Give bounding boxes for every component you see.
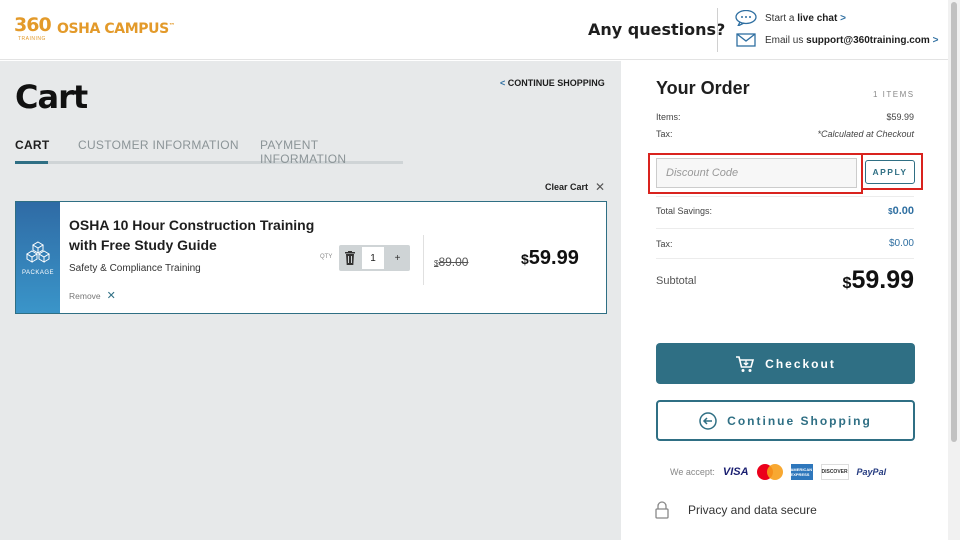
email-icon xyxy=(736,33,756,47)
items-value: $59.99 xyxy=(886,112,914,122)
savings-amount: 0.00 xyxy=(892,205,914,217)
items-label: Items: xyxy=(656,112,681,122)
visa-logo: VISA xyxy=(722,466,749,478)
tab-cart[interactable]: CART xyxy=(15,138,50,152)
brand-text: OSHA CAMPUS xyxy=(57,21,169,37)
checkout-steps: CART CUSTOMER INFORMATION PAYMENT INFORM… xyxy=(15,138,403,166)
tab-payment-information[interactable]: PAYMENT INFORMATION xyxy=(260,138,403,166)
discover-logo: DISCOVER xyxy=(820,464,849,480)
quantity-value[interactable]: 1 xyxy=(362,247,384,269)
brand-name[interactable]: OSHA CAMPUS™ xyxy=(57,21,175,37)
checkout-label: Checkout xyxy=(765,356,836,371)
page-scrollbar[interactable] xyxy=(948,0,960,540)
tax-row: Tax: *Calculated at Checkout xyxy=(656,129,914,139)
order-title: Your Order xyxy=(656,78,750,98)
separator xyxy=(656,228,914,229)
live-chat-row[interactable]: Start a live chat > xyxy=(735,10,846,26)
email-prefix: Email us xyxy=(765,34,804,46)
old-price-value: 89.00 xyxy=(438,255,469,269)
site-header: 360 TRAINING OSHA CAMPUS™ Any questions?… xyxy=(0,0,948,60)
subtotal-value: $59.99 xyxy=(843,266,914,295)
logo-number: 360 xyxy=(14,14,52,36)
current-price: $59.99 xyxy=(521,247,579,270)
continue-shopping-button[interactable]: Continue Shopping xyxy=(656,400,915,441)
cart-icon xyxy=(736,355,755,372)
header-divider xyxy=(717,8,718,52)
continue-shopping-label: CONTINUE SHOPPING xyxy=(507,78,605,88)
price-value: 59.99 xyxy=(528,247,579,269)
paypal-logo: PayPal xyxy=(856,467,887,477)
privacy-label: Privacy and data secure xyxy=(688,503,817,517)
tax-label: Tax: xyxy=(656,129,673,139)
qty-label: QTY xyxy=(320,254,333,260)
lock-icon xyxy=(655,501,669,519)
items-row: Items: $59.99 xyxy=(656,112,914,122)
price-symbol: $ xyxy=(521,251,529,267)
trash-icon[interactable] xyxy=(339,245,361,271)
discount-code-input[interactable]: Discount Code xyxy=(656,158,857,188)
chevron-right-icon: > xyxy=(932,34,939,46)
savings-value: $0.00 xyxy=(888,205,914,217)
email-link[interactable]: support@360training.com xyxy=(806,35,930,46)
chevron-right-icon: > xyxy=(840,12,846,24)
active-tab-indicator xyxy=(15,161,48,164)
chevron-left-icon: < xyxy=(500,78,506,88)
trademark-mark: ™ xyxy=(168,22,175,30)
questions-heading: Any questions? xyxy=(588,20,726,39)
quantity-stepper: 1 + xyxy=(339,245,410,271)
tax2-row: Tax: $0.00 xyxy=(656,238,914,249)
scrollbar-thumb[interactable] xyxy=(951,2,957,442)
tax-note: *Calculated at Checkout xyxy=(817,129,914,139)
original-price: $89.00 xyxy=(434,255,468,269)
increment-button[interactable]: + xyxy=(385,245,410,271)
continue-shopping-link[interactable]: < CONTINUE SHOPPING xyxy=(500,78,605,88)
separator xyxy=(656,196,914,197)
subtotal-label: Subtotal xyxy=(656,274,697,287)
subtotal-amount: 59.99 xyxy=(851,266,914,294)
accepted-payments: We accept: VISA AMERICAN EXPRESS DISCOVE… xyxy=(670,464,886,480)
price-divider xyxy=(423,235,424,285)
tax2-label: Tax: xyxy=(656,238,673,249)
package-label: PACKAGE xyxy=(21,269,55,276)
tab-customer-information[interactable]: CUSTOMER INFORMATION xyxy=(78,138,239,152)
cart-item: PACKAGE OSHA 10 Hour Construction Traini… xyxy=(15,201,607,314)
subtotal-row: Subtotal $59.99 xyxy=(656,266,914,295)
savings-label: Total Savings: xyxy=(656,206,713,216)
clear-cart-button[interactable]: Clear Cart ✕ xyxy=(545,180,605,194)
page-title: Cart xyxy=(15,78,88,116)
privacy-notice: Privacy and data secure xyxy=(654,501,817,519)
continue-shopping-button-label: Continue Shopping xyxy=(727,413,872,428)
package-badge: PACKAGE xyxy=(16,202,60,313)
chat-prefix: Start a xyxy=(765,12,795,24)
logo-360[interactable]: 360 TRAINING xyxy=(14,14,52,44)
course-title[interactable]: OSHA 10 Hour Construction Training with … xyxy=(69,215,319,255)
checkout-button[interactable]: Checkout xyxy=(656,343,915,384)
close-icon: ✕ xyxy=(106,290,116,302)
chat-icon xyxy=(735,10,757,26)
live-chat-link[interactable]: live chat xyxy=(797,13,837,24)
package-icon xyxy=(26,240,50,263)
separator xyxy=(656,258,914,259)
we-accept-label: We accept: xyxy=(670,467,715,477)
course-category: Safety & Compliance Training xyxy=(69,263,201,274)
savings-row: Total Savings: $0.00 xyxy=(656,205,914,217)
mastercard-logo xyxy=(756,464,783,480)
tax2-value: $0.00 xyxy=(888,238,914,249)
logo-subtext: TRAINING xyxy=(18,36,46,42)
remove-item-button[interactable]: Remove ✕ xyxy=(69,289,116,302)
email-row[interactable]: Email us support@360training.com > xyxy=(735,32,938,48)
arrow-left-circle-icon xyxy=(699,411,717,430)
items-count: 1 ITEMS xyxy=(873,90,915,99)
apply-button[interactable]: APPLY xyxy=(865,160,915,184)
amex-logo: AMERICAN EXPRESS xyxy=(790,464,813,480)
remove-label: Remove xyxy=(69,290,101,301)
close-icon: ✕ xyxy=(595,180,606,194)
clear-cart-label: Clear Cart xyxy=(545,182,589,192)
